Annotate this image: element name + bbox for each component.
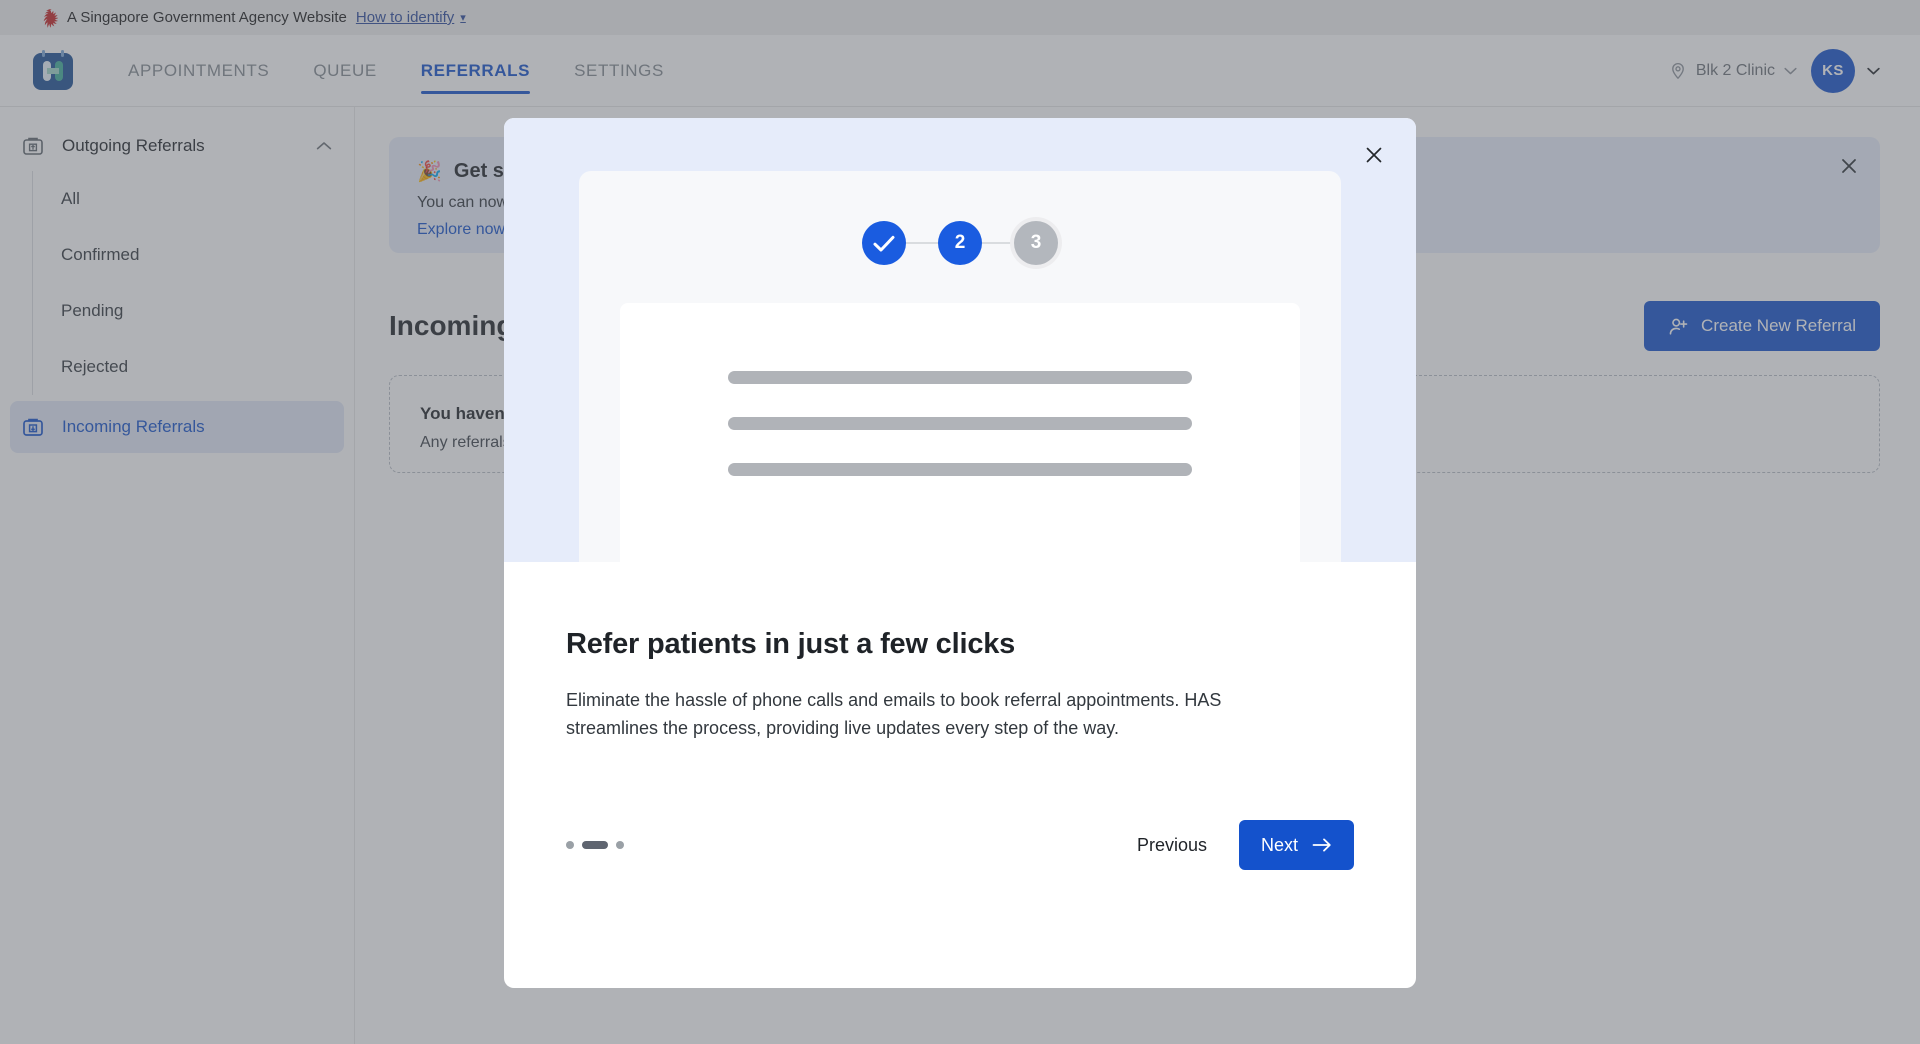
hero-skeleton-sheet <box>620 303 1300 562</box>
referral-stepper: 2 3 <box>862 221 1058 265</box>
onboarding-modal: 2 3 Refer patients in just a few clicks … <box>504 118 1416 988</box>
hero-card: 2 3 <box>579 171 1341 562</box>
modal-overlay[interactable]: 2 3 Refer patients in just a few clicks … <box>0 0 1920 1044</box>
step-3-upcoming: 3 <box>1014 221 1058 265</box>
step-1-complete <box>862 221 906 265</box>
skeleton-line <box>728 417 1192 430</box>
step-2-current: 2 <box>938 221 982 265</box>
next-button-label: Next <box>1260 834 1298 855</box>
modal-actions: Previous Next <box>1123 820 1354 870</box>
modal-body: Refer patients in just a few clicks Elim… <box>504 562 1416 743</box>
skeleton-line <box>728 371 1192 384</box>
stepper-connector <box>906 242 938 244</box>
next-button[interactable]: Next <box>1238 820 1354 870</box>
modal-hero-illustration: 2 3 <box>504 118 1416 562</box>
carousel-dots <box>566 841 624 849</box>
modal-footer: Previous Next <box>504 820 1416 988</box>
previous-button[interactable]: Previous <box>1123 823 1221 868</box>
arrow-right-icon <box>1312 838 1331 852</box>
carousel-dot-2[interactable] <box>582 841 608 849</box>
check-icon <box>873 235 895 251</box>
skeleton-line <box>728 463 1192 476</box>
carousel-dot-1[interactable] <box>566 841 574 849</box>
close-icon[interactable] <box>1362 143 1386 167</box>
carousel-dot-3[interactable] <box>616 841 624 849</box>
stepper-connector <box>982 242 1014 244</box>
modal-title: Refer patients in just a few clicks <box>566 628 1016 660</box>
modal-description: Eliminate the hassle of phone calls and … <box>566 690 1222 738</box>
